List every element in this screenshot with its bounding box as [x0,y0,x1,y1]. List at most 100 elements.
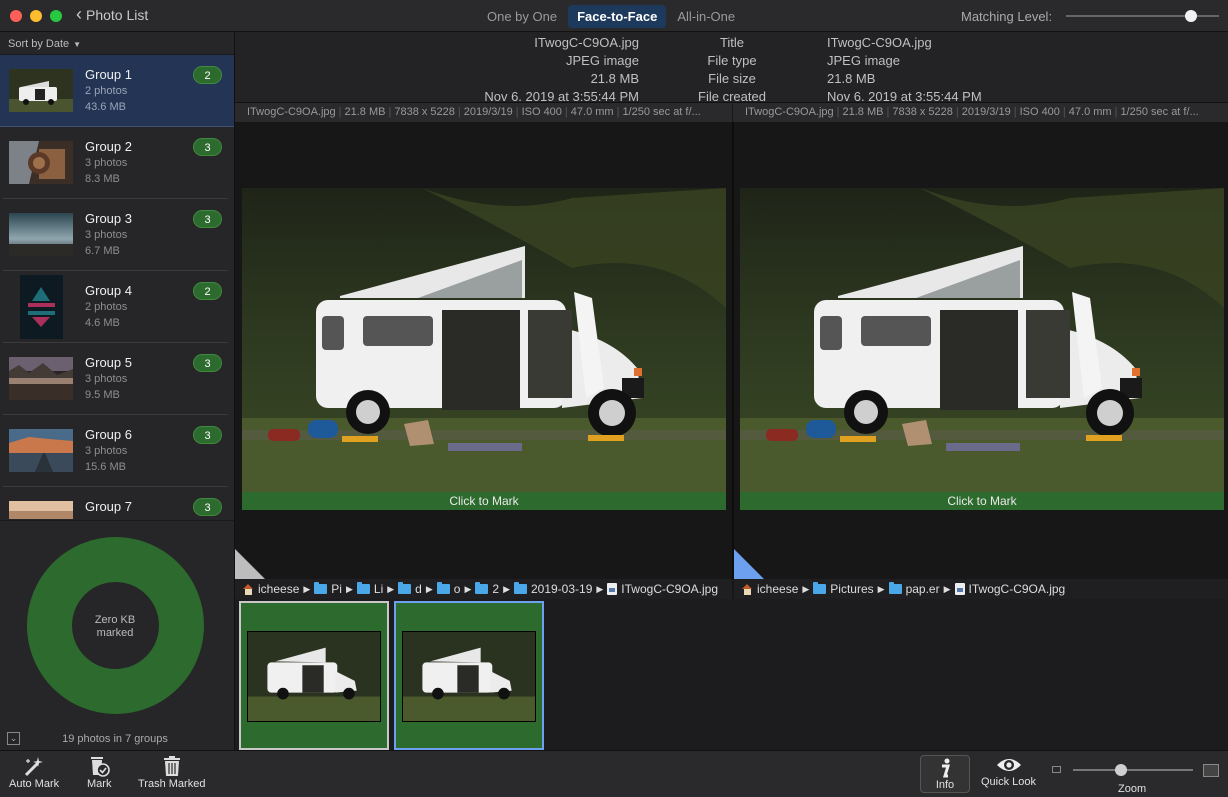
path-segment[interactable]: 2 [475,582,499,596]
left-file-type-value: JPEG image [566,53,639,68]
eye-icon [996,759,1021,771]
metadata-item: 2019/3/19 [961,106,1011,118]
tab-one-by-one[interactable]: One by One [478,5,566,28]
path-arrow-icon: ▶ [345,583,353,594]
dropdown-arrow-icon: ▼ [73,40,82,49]
group-item-6[interactable]: Group 6 3 photos 15.6 MB 3 [3,415,228,487]
group-count-badge: 3 [193,426,222,444]
group-count-badge: 2 [193,66,222,84]
path-segment[interactable]: ITwogC-C9OA.jpg [954,582,1066,596]
group-count-badge: 3 [193,210,222,228]
metadata-separator: | [388,106,392,118]
path-segment-label: Pi [331,582,342,596]
path-segment[interactable]: Pi [314,582,342,596]
path-segment-label: ITwogC-C9OA.jpg [968,582,1066,596]
path-segment[interactable]: Pictures [813,582,874,596]
right-title-value: ITwogC-C9OA.jpg [827,35,932,50]
path-segment[interactable]: pap.er [888,582,940,596]
folder-icon [513,582,527,594]
group-item-5[interactable]: Group 5 3 photos 9.5 MB 3 [3,343,228,415]
zoom-slider[interactable] [1073,769,1193,771]
filmstrip-thumbnail-1[interactable] [239,601,389,750]
back-to-photo-list-button[interactable]: ‹ Photo List [76,5,149,23]
group-size: 9.5 MB [85,389,120,401]
sort-label: Sort by Date [8,38,70,50]
sort-dropdown[interactable]: Sort by Date ▼ [0,32,234,55]
magic-wand-icon [25,757,44,777]
matching-level-label: Matching Level: [961,9,1053,24]
quick-look-button[interactable]: Quick Look [981,755,1036,788]
group-photo-count: 2 photos [85,85,128,97]
close-window-button[interactable] [10,10,22,22]
filmstrip-thumbnail-2[interactable] [394,601,544,750]
path-segment-label: icheese [757,582,799,596]
right-file-type-value: JPEG image [827,53,900,68]
path-segment[interactable]: Li [356,582,383,596]
left-photo-metadata-bar: ITwogC-C9OA.jpg | 21.8 MB | 7838 x 5228 | 2019… [235,102,732,122]
path-segment-label: Pictures [830,582,874,596]
group-list[interactable]: Group 1 2 photos 43.6 MB 2 Group 2 3 pho… [0,55,234,519]
tab-all-in-one[interactable]: All-in-One [668,5,744,28]
image-file-icon [954,583,965,595]
photos-summary-text: 19 photos in 7 groups [62,733,168,745]
group-item-4[interactable]: Group 4 2 photos 4.6 MB 2 [3,271,228,343]
left-photo-pane: Click to Mark [235,122,732,579]
left-file-size-value: 21.8 MB [590,71,639,86]
path-arrow-icon: ▶ [464,583,472,594]
zoom-in-icon[interactable] [1203,764,1219,777]
group-size: 43.6 MB [85,101,126,113]
group-photo-count: 3 photos [85,229,128,241]
zoom-label: Zoom [1118,783,1147,795]
bottom-toolbar: Auto Mark Mark Trash Marked Info Quick L… [0,750,1228,797]
left-path-bar: icheese ▶ Pi ▶ Li ▶ d ▶ o ▶ 2 ▶ 2019-03-19 ▶ ITwogC-C9… [235,579,732,599]
metadata-item: 1/250 sec at f/... [1120,106,1199,118]
group-item-1[interactable]: Group 1 2 photos 43.6 MB 2 [0,55,234,127]
mark-label: Mark [87,778,112,790]
matching-level-slider-knob[interactable] [1185,10,1198,22]
folder-icon [475,582,489,594]
donut-label-size: Zero KB [94,614,136,626]
mark-button[interactable]: Mark [87,755,111,790]
left-click-to-mark-button[interactable]: Click to Mark [242,492,726,510]
group-thumbnail-van [9,69,73,112]
path-arrow-icon: ▶ [503,583,510,594]
path-segment-label: pap.er [905,582,940,596]
group-item-2[interactable]: Group 2 3 photos 8.3 MB 3 [3,127,228,199]
zoom-out-icon[interactable] [1052,766,1061,773]
right-photo[interactable] [740,188,1224,492]
minimize-window-button[interactable] [30,10,42,22]
donut-center-label: Zero KB marked [0,614,230,640]
path-segment-label: 2019-03-19 [530,582,593,596]
metadata-separator: | [616,106,620,118]
path-segment[interactable]: icheese [243,582,299,596]
metadata-separator: | [338,106,342,118]
trash-marked-button[interactable]: Trash Marked [138,755,205,790]
info-row-file-type: JPEG image File type JPEG image [235,53,1228,71]
tab-face-to-face[interactable]: Face-to-Face [568,5,667,28]
path-segment[interactable]: d [398,582,422,596]
back-label: Photo List [86,7,149,23]
path-segment[interactable]: icheese [742,582,798,596]
group-item-7[interactable]: Group 7 3 [3,487,228,519]
metadata-separator: | [1114,106,1118,118]
filmstrip-photo [402,631,536,722]
marked-summary-panel: Zero KB marked ⌄ 19 photos in 7 groups [0,520,234,750]
path-arrow-icon: ▶ [387,583,395,594]
path-segment[interactable]: o [436,582,461,596]
right-path-bar: icheese ▶ Pictures ▶ pap.er ▶ ITwogC-C9OA.jpg [734,579,1228,599]
group-name: Group 2 [85,139,132,154]
auto-mark-button[interactable]: Auto Mark [9,755,59,790]
group-item-3[interactable]: Group 3 3 photos 6.7 MB 3 [3,199,228,271]
compare-info-header: ITwogC-C9OA.jpg Title ITwogC-C9OA.jpg JP… [235,32,1228,104]
path-segment[interactable]: ITwogC-C9OA.jpg [607,582,718,596]
metadata-item: ISO 400 [1019,106,1060,118]
left-photo[interactable] [242,188,726,492]
zoom-slider-knob[interactable] [1115,764,1127,776]
path-segment[interactable]: 2019-03-19 [513,582,593,596]
right-click-to-mark-button[interactable]: Click to Mark [740,492,1224,510]
path-segment-label: icheese [258,582,300,596]
maximize-window-button[interactable] [50,10,62,22]
home-icon [243,583,254,595]
info-button[interactable]: Info [920,755,970,793]
path-segment-label: o [453,582,461,596]
